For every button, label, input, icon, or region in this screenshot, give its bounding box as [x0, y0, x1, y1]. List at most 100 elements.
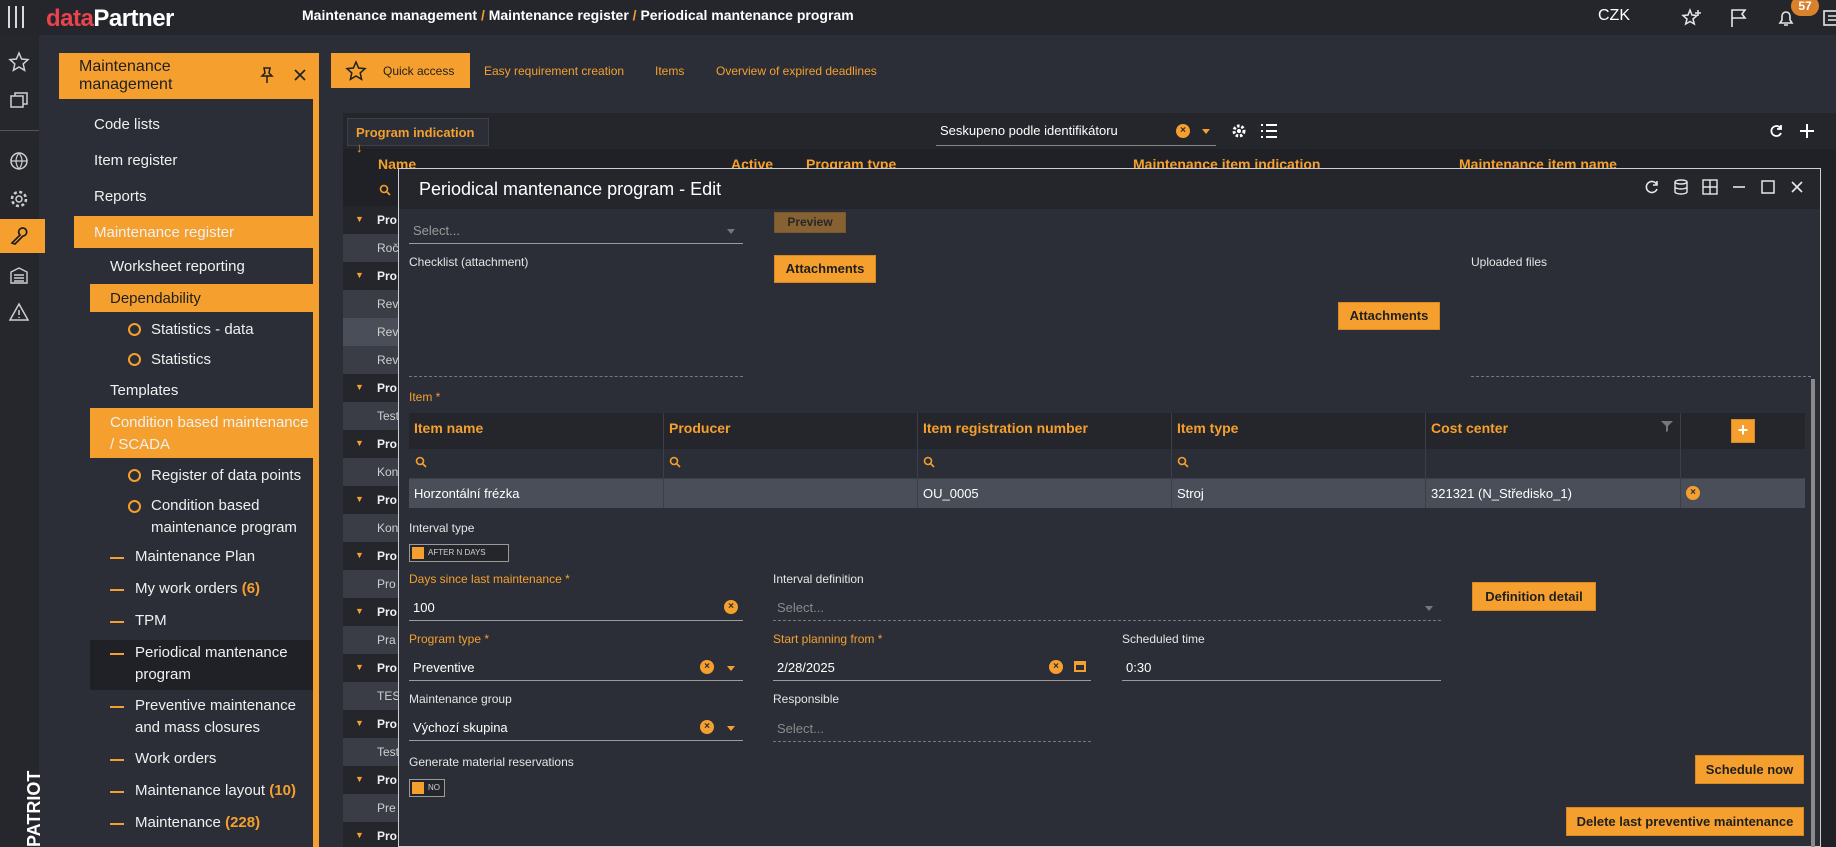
group-row[interactable]: ▼ Pro: [343, 262, 400, 290]
grouping-select[interactable]: Seskupeno podle identifikátoru: [936, 118, 1216, 146]
nav-item-templates[interactable]: Templates: [110, 382, 178, 399]
nav-item-work-orders[interactable]: Work orders: [135, 750, 216, 767]
column-header-cost-center[interactable]: Cost center: [1431, 420, 1508, 436]
generate-material-toggle[interactable]: NO: [409, 779, 445, 797]
column-header-registration-number[interactable]: Item registration number: [923, 420, 1088, 436]
group-row[interactable]: ▼ Pro: [343, 430, 400, 458]
chevron-down-icon[interactable]: [727, 666, 735, 671]
close-icon[interactable]: [1788, 178, 1806, 196]
menu-icon[interactable]: [8, 6, 28, 28]
chevron-down-icon[interactable]: [1425, 606, 1433, 611]
table-row[interactable]: Pre: [343, 794, 400, 822]
nav-item-item-register[interactable]: Item register: [94, 152, 177, 169]
delete-last-maintenance-button[interactable]: Delete last preventive maintenance: [1566, 807, 1804, 836]
clear-icon[interactable]: ×: [1049, 660, 1063, 674]
currency-selector[interactable]: CZK: [1598, 7, 1630, 25]
add-icon[interactable]: [1799, 123, 1815, 139]
app-logo[interactable]: dataPartner: [46, 5, 174, 33]
days-input[interactable]: 100: [409, 595, 743, 621]
warning-icon[interactable]: [8, 301, 30, 323]
calendar-icon[interactable]: [1073, 659, 1087, 673]
interval-definition-select[interactable]: Select...: [773, 595, 1441, 621]
table-row[interactable]: Kon: [343, 458, 400, 486]
nav-item-maintenance[interactable]: Maintenance (228): [135, 814, 260, 831]
table-row[interactable]: Kon: [343, 514, 400, 542]
nav-item-code-lists[interactable]: Code lists: [94, 116, 160, 133]
tab-items[interactable]: Items: [655, 64, 684, 78]
breadcrumb-item[interactable]: Maintenance register: [489, 7, 629, 23]
table-row[interactable]: Roč: [343, 234, 400, 262]
attachments-button[interactable]: Attachments: [774, 255, 876, 283]
nav-item-worksheet-reporting[interactable]: Worksheet reporting: [110, 258, 245, 275]
schedule-now-button[interactable]: Schedule now: [1695, 755, 1804, 784]
tab-quick-access[interactable]: Quick access: [383, 64, 454, 78]
group-by-chip[interactable]: Program indication ↓: [347, 118, 489, 155]
group-row[interactable]: ▼ Pro: [343, 654, 400, 682]
nav-item-periodical-program[interactable]: Periodical mantenance program: [135, 644, 288, 683]
group-row[interactable]: ▼ Pro: [343, 374, 400, 402]
column-header-producer[interactable]: Producer: [669, 420, 730, 436]
search-icon[interactable]: [923, 456, 935, 468]
column-header-item-name[interactable]: Item name: [414, 420, 483, 436]
nav-item-reports[interactable]: Reports: [94, 188, 147, 205]
group-row[interactable]: ▼ Pro: [343, 206, 400, 234]
start-planning-input[interactable]: 2/28/2025: [773, 655, 1091, 681]
table-row[interactable]: Rev: [343, 318, 400, 346]
program-type-select[interactable]: Preventive: [409, 655, 743, 681]
pin-icon[interactable]: [259, 66, 275, 84]
maintenance-group-select[interactable]: Výchozí skupina: [409, 715, 743, 741]
minimize-icon[interactable]: [1730, 178, 1748, 196]
globe-icon[interactable]: [8, 150, 30, 172]
clear-icon[interactable]: ×: [700, 720, 714, 734]
remove-row-icon[interactable]: ×: [1686, 486, 1700, 500]
attachments-button-2[interactable]: Attachments: [1338, 302, 1440, 330]
table-row[interactable]: Test: [343, 402, 400, 430]
nav-item-tpm[interactable]: TPM: [135, 612, 167, 629]
nav-item-maintenance-plan[interactable]: Maintenance Plan: [135, 548, 255, 565]
clear-icon[interactable]: ×: [700, 660, 714, 674]
group-row[interactable]: ▼ Pro: [343, 486, 400, 514]
table-row[interactable]: Rev: [343, 290, 400, 318]
nav-item-statistics[interactable]: Statistics: [151, 351, 211, 368]
refresh-icon[interactable]: [1643, 178, 1661, 196]
nav-item-my-work-orders[interactable]: My work orders (6): [135, 580, 260, 597]
wrench-icon[interactable]: [8, 225, 30, 247]
responsible-select[interactable]: Select...: [773, 716, 1091, 742]
table-row[interactable]: [409, 479, 1805, 508]
database-icon[interactable]: [1672, 178, 1690, 196]
definition-detail-button[interactable]: Definition detail: [1472, 582, 1596, 611]
flag-icon[interactable]: [1728, 7, 1750, 29]
search-icon[interactable]: [669, 456, 681, 468]
chevron-down-icon[interactable]: [1202, 129, 1210, 134]
list-view-icon[interactable]: [1822, 7, 1836, 29]
nav-scrollbar[interactable]: [313, 53, 319, 847]
group-row[interactable]: ▼ Pro: [343, 710, 400, 738]
nav-item-maintenance-layout[interactable]: Maintenance layout (10): [135, 782, 296, 799]
gear-icon[interactable]: [1230, 122, 1248, 140]
modal-scrollbar[interactable]: [1811, 379, 1815, 847]
nav-item-preventive-maintenance[interactable]: Preventive maintenance and mass closures: [135, 697, 296, 736]
close-icon[interactable]: [293, 68, 307, 82]
scheduled-time-input[interactable]: 0:30: [1122, 655, 1441, 681]
group-row[interactable]: ▼ Pro: [343, 598, 400, 626]
nav-item-maintenance-register[interactable]: Maintenance register: [94, 224, 234, 241]
group-row[interactable]: ▼ Pro: [343, 542, 400, 570]
checklist-select[interactable]: Select...: [409, 218, 743, 244]
table-row[interactable]: Test: [343, 738, 400, 766]
interval-type-toggle[interactable]: AFTER N DAYS: [409, 544, 509, 562]
nav-item-statistics-data[interactable]: Statistics - data: [151, 321, 254, 338]
tab-easy-requirement[interactable]: Easy requirement creation: [484, 64, 624, 78]
clear-icon[interactable]: ×: [1176, 124, 1190, 138]
breadcrumb-item[interactable]: Maintenance management: [302, 7, 477, 23]
maximize-icon[interactable]: [1759, 178, 1777, 196]
grid-layout-icon[interactable]: [1701, 178, 1719, 196]
gear-icon[interactable]: [8, 188, 30, 210]
table-row[interactable]: TES: [343, 682, 400, 710]
refresh-icon[interactable]: [1768, 123, 1784, 139]
group-row[interactable]: ▼ Pro: [343, 822, 400, 847]
table-row[interactable]: Pra: [343, 626, 400, 654]
nav-item-register-of-data-points[interactable]: Register of data points: [151, 467, 301, 484]
chevron-down-icon[interactable]: [727, 229, 735, 234]
filter-icon[interactable]: [1660, 419, 1674, 433]
nav-item-dependability[interactable]: Dependability: [110, 290, 201, 307]
